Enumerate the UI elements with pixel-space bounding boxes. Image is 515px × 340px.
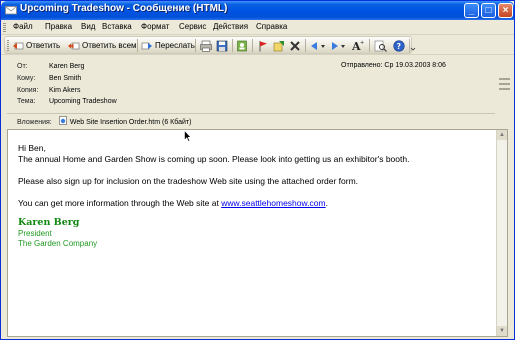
- website-link[interactable]: www.seattlehomeshow.com: [221, 198, 325, 208]
- delete-icon[interactable]: [289, 40, 301, 52]
- menu-file[interactable]: Файл: [13, 22, 33, 31]
- from-row: От: Karen Berg: [17, 63, 84, 70]
- cc-row: Копия: Kim Akers: [17, 87, 80, 94]
- reply-label: Ответить: [26, 41, 61, 50]
- menu-format[interactable]: Формат: [141, 22, 169, 31]
- reply-all-icon: [68, 42, 80, 49]
- menu-bar: Файл Правка Вид Вставка Формат Сервис Де…: [1, 20, 514, 35]
- message-body[interactable]: Hi Ben, The annual Home and Garden Show …: [7, 129, 508, 337]
- signature-title: President: [18, 229, 52, 238]
- save-icon[interactable]: [216, 40, 228, 52]
- svg-text:?: ?: [397, 42, 401, 51]
- reply-icon: [13, 42, 24, 49]
- attachments-label: Вложения:: [17, 119, 52, 126]
- vertical-scrollbar[interactable]: ▲ ▼: [496, 130, 507, 336]
- next-icon[interactable]: [330, 40, 346, 52]
- envelope-icon: [5, 6, 17, 15]
- header-resize-grip[interactable]: [499, 88, 510, 90]
- message-text: Hi Ben, The annual Home and Garden Show …: [18, 143, 409, 249]
- body-line-3: You can get more information through the…: [18, 198, 409, 209]
- toolbar-separator: [137, 39, 138, 52]
- attachment-item[interactable]: Web Site Insertion Order.htm (6 Кбайт): [70, 119, 192, 126]
- reply-all-label: Ответить всем: [82, 41, 137, 50]
- mouse-cursor-icon: [184, 130, 191, 142]
- menu-view[interactable]: Вид: [81, 22, 95, 31]
- message-window: Upcoming Tradeshow - Сообщение (HTML) _ …: [0, 0, 515, 340]
- menu-edit[interactable]: Правка: [45, 22, 72, 31]
- cc-label: Копия:: [17, 87, 39, 94]
- menu-insert[interactable]: Вставка: [102, 22, 132, 31]
- menu-grip[interactable]: [3, 23, 6, 33]
- find-icon[interactable]: [374, 40, 388, 52]
- menu-actions[interactable]: Действия: [213, 22, 248, 31]
- toolbar-separator: [305, 39, 306, 52]
- scroll-down-arrow-icon[interactable]: ▼: [497, 326, 507, 336]
- from-value[interactable]: Karen Berg: [49, 63, 84, 70]
- to-row: Кому: Ben Smith: [17, 75, 81, 82]
- subject-label: Тема:: [17, 98, 36, 105]
- body-line-2: Please also sign up for inclusion on the…: [18, 176, 359, 186]
- subject-row: Тема: Upcoming Tradeshow: [17, 98, 117, 105]
- move-icon[interactable]: [273, 40, 285, 52]
- from-label: От:: [17, 63, 28, 70]
- addressbook-icon[interactable]: [236, 40, 248, 52]
- attachments-divider: [7, 113, 495, 114]
- forward-label: Переслать: [155, 41, 195, 50]
- message-header: От: Karen Berg Отправлено: Ср 19.03.2003…: [1, 56, 514, 129]
- maximize-button[interactable]: □: [481, 3, 496, 18]
- previous-icon[interactable]: [310, 40, 326, 52]
- html-file-icon: [59, 116, 67, 125]
- signature-company: The Garden Company: [18, 239, 98, 248]
- toolbar-options-chevron-icon[interactable]: [409, 39, 416, 53]
- toolbar-separator: [369, 39, 370, 52]
- window-title: Upcoming Tradeshow - Сообщение (HTML): [20, 3, 228, 14]
- reply-all-button[interactable]: Ответить всем: [68, 38, 137, 53]
- help-icon[interactable]: ?: [393, 40, 405, 52]
- font-size-icon[interactable]: A +: [351, 39, 365, 52]
- close-button[interactable]: ×: [498, 3, 513, 18]
- reply-button[interactable]: Ответить: [12, 38, 60, 53]
- toolbar: Ответить Ответить всем Переслать A + ?: [1, 35, 514, 55]
- header-resize-grip[interactable]: [499, 78, 510, 80]
- header-resize-grip[interactable]: [499, 83, 510, 85]
- body-line-1: The annual Home and Garden Show is comin…: [18, 154, 410, 164]
- toolbar-grip[interactable]: [7, 40, 9, 52]
- standard-toolbar: Ответить Ответить всем Переслать A + ?: [4, 36, 416, 54]
- toolbar-separator: [252, 39, 253, 52]
- sent-row: Отправлено: Ср 19.03.2003 8:06: [341, 62, 446, 69]
- minimize-button[interactable]: _: [464, 3, 479, 18]
- scroll-up-arrow-icon[interactable]: ▲: [497, 130, 507, 140]
- body-line-3-end: .: [325, 198, 328, 208]
- subject-value: Upcoming Tradeshow: [48, 98, 117, 105]
- attachments-row: Вложения: Web Site Insertion Order.htm (…: [17, 116, 191, 126]
- forward-icon: [141, 42, 152, 49]
- toolbar-separator: [195, 39, 196, 52]
- signature-name: Karen Berg: [18, 217, 80, 228]
- to-label: Кому:: [17, 75, 36, 82]
- sent-value: Ср 19.03.2003 8:06: [384, 62, 446, 69]
- toolbar-separator: [232, 39, 233, 52]
- menu-help[interactable]: Справка: [256, 22, 287, 31]
- greeting: Hi Ben,: [18, 143, 46, 153]
- print-icon[interactable]: [200, 40, 212, 52]
- flag-icon[interactable]: [257, 40, 269, 52]
- sent-label: Отправлено:: [341, 62, 383, 69]
- forward-button[interactable]: Переслать: [141, 38, 195, 53]
- title-bar[interactable]: Upcoming Tradeshow - Сообщение (HTML) _ …: [1, 1, 514, 20]
- body-line-3-text: You can get more information through the…: [18, 198, 222, 208]
- to-value[interactable]: Ben Smith: [49, 75, 81, 82]
- svg-text:+: +: [360, 40, 364, 46]
- menu-tools[interactable]: Сервис: [179, 22, 206, 31]
- cc-value[interactable]: Kim Akers: [49, 87, 81, 94]
